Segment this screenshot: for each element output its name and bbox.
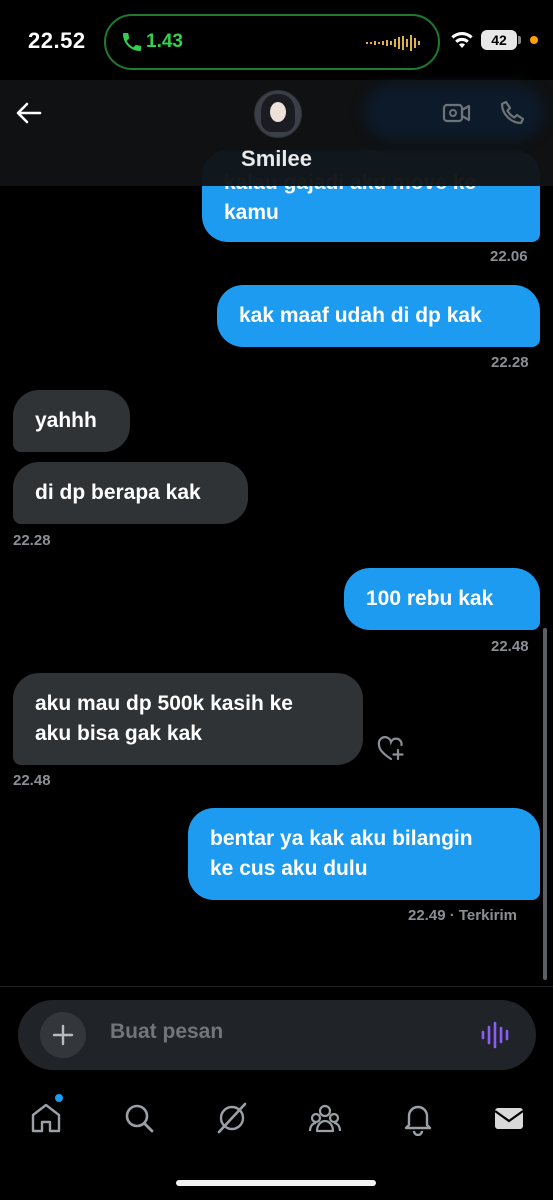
heart-plus-icon[interactable] <box>376 734 406 764</box>
message-text: 100 rebu kak <box>366 587 494 610</box>
avatar[interactable] <box>254 90 302 138</box>
message-timestamp: 22.48 <box>491 638 529 655</box>
message-text: di dp berapa kak <box>35 481 201 504</box>
message-text: yahhh <box>35 409 97 432</box>
message-text: kamu <box>224 201 279 224</box>
scrollbar[interactable] <box>543 628 547 980</box>
message-bubble-outgoing[interactable]: bentar ya kak aku bilangin ke cus aku du… <box>188 808 540 900</box>
message-text: aku mau dp 500k kasih ke <box>35 692 293 715</box>
search-icon[interactable] <box>121 1100 157 1136</box>
home-indicator[interactable] <box>176 1180 376 1186</box>
arrow-left-icon[interactable] <box>14 98 44 128</box>
video-camera-icon[interactable] <box>442 98 472 128</box>
message-bubble-outgoing[interactable]: 100 rebu kak <box>344 568 540 630</box>
chat-header: Smilee <box>0 80 553 186</box>
message-timestamp: 22.06 <box>490 248 528 265</box>
message-text: kak maaf udah di dp kak <box>239 304 482 327</box>
message-timestamp: 22.48 <box>13 772 51 789</box>
voice-waveform-icon[interactable] <box>480 1020 512 1050</box>
message-timestamp: 22.28 <box>13 532 51 549</box>
add-attachment-button[interactable] <box>40 1012 86 1058</box>
composer-divider <box>0 986 553 987</box>
communities-icon[interactable] <box>307 1100 343 1136</box>
message-composer[interactable]: Buat pesan <box>18 1000 536 1070</box>
message-status: 22.49 · Terkirim <box>408 907 517 924</box>
message-bubble-outgoing[interactable]: kak maaf udah di dp kak <box>217 285 540 347</box>
home-icon[interactable] <box>28 1100 64 1136</box>
notifications-icon[interactable] <box>400 1100 436 1136</box>
message-text: bentar ya kak aku bilangin <box>210 827 473 850</box>
message-text: ke cus aku dulu <box>210 857 368 880</box>
contact-name[interactable]: Smilee <box>0 146 553 172</box>
grok-icon[interactable] <box>214 1100 250 1136</box>
home-notification-dot <box>55 1094 63 1102</box>
messages-icon[interactable] <box>491 1100 527 1136</box>
message-bubble-incoming[interactable]: yahhh <box>13 390 130 452</box>
phone-icon[interactable] <box>498 98 528 128</box>
message-text: aku bisa gak kak <box>35 722 202 745</box>
message-bubble-incoming[interactable]: di dp berapa kak <box>13 462 248 524</box>
avatar-face <box>270 102 286 122</box>
message-bubble-incoming[interactable]: aku mau dp 500k kasih ke aku bisa gak ka… <box>13 673 363 765</box>
plus-icon <box>52 1024 74 1046</box>
message-timestamp: 22.28 <box>491 354 529 371</box>
message-input[interactable]: Buat pesan <box>110 1020 223 1044</box>
